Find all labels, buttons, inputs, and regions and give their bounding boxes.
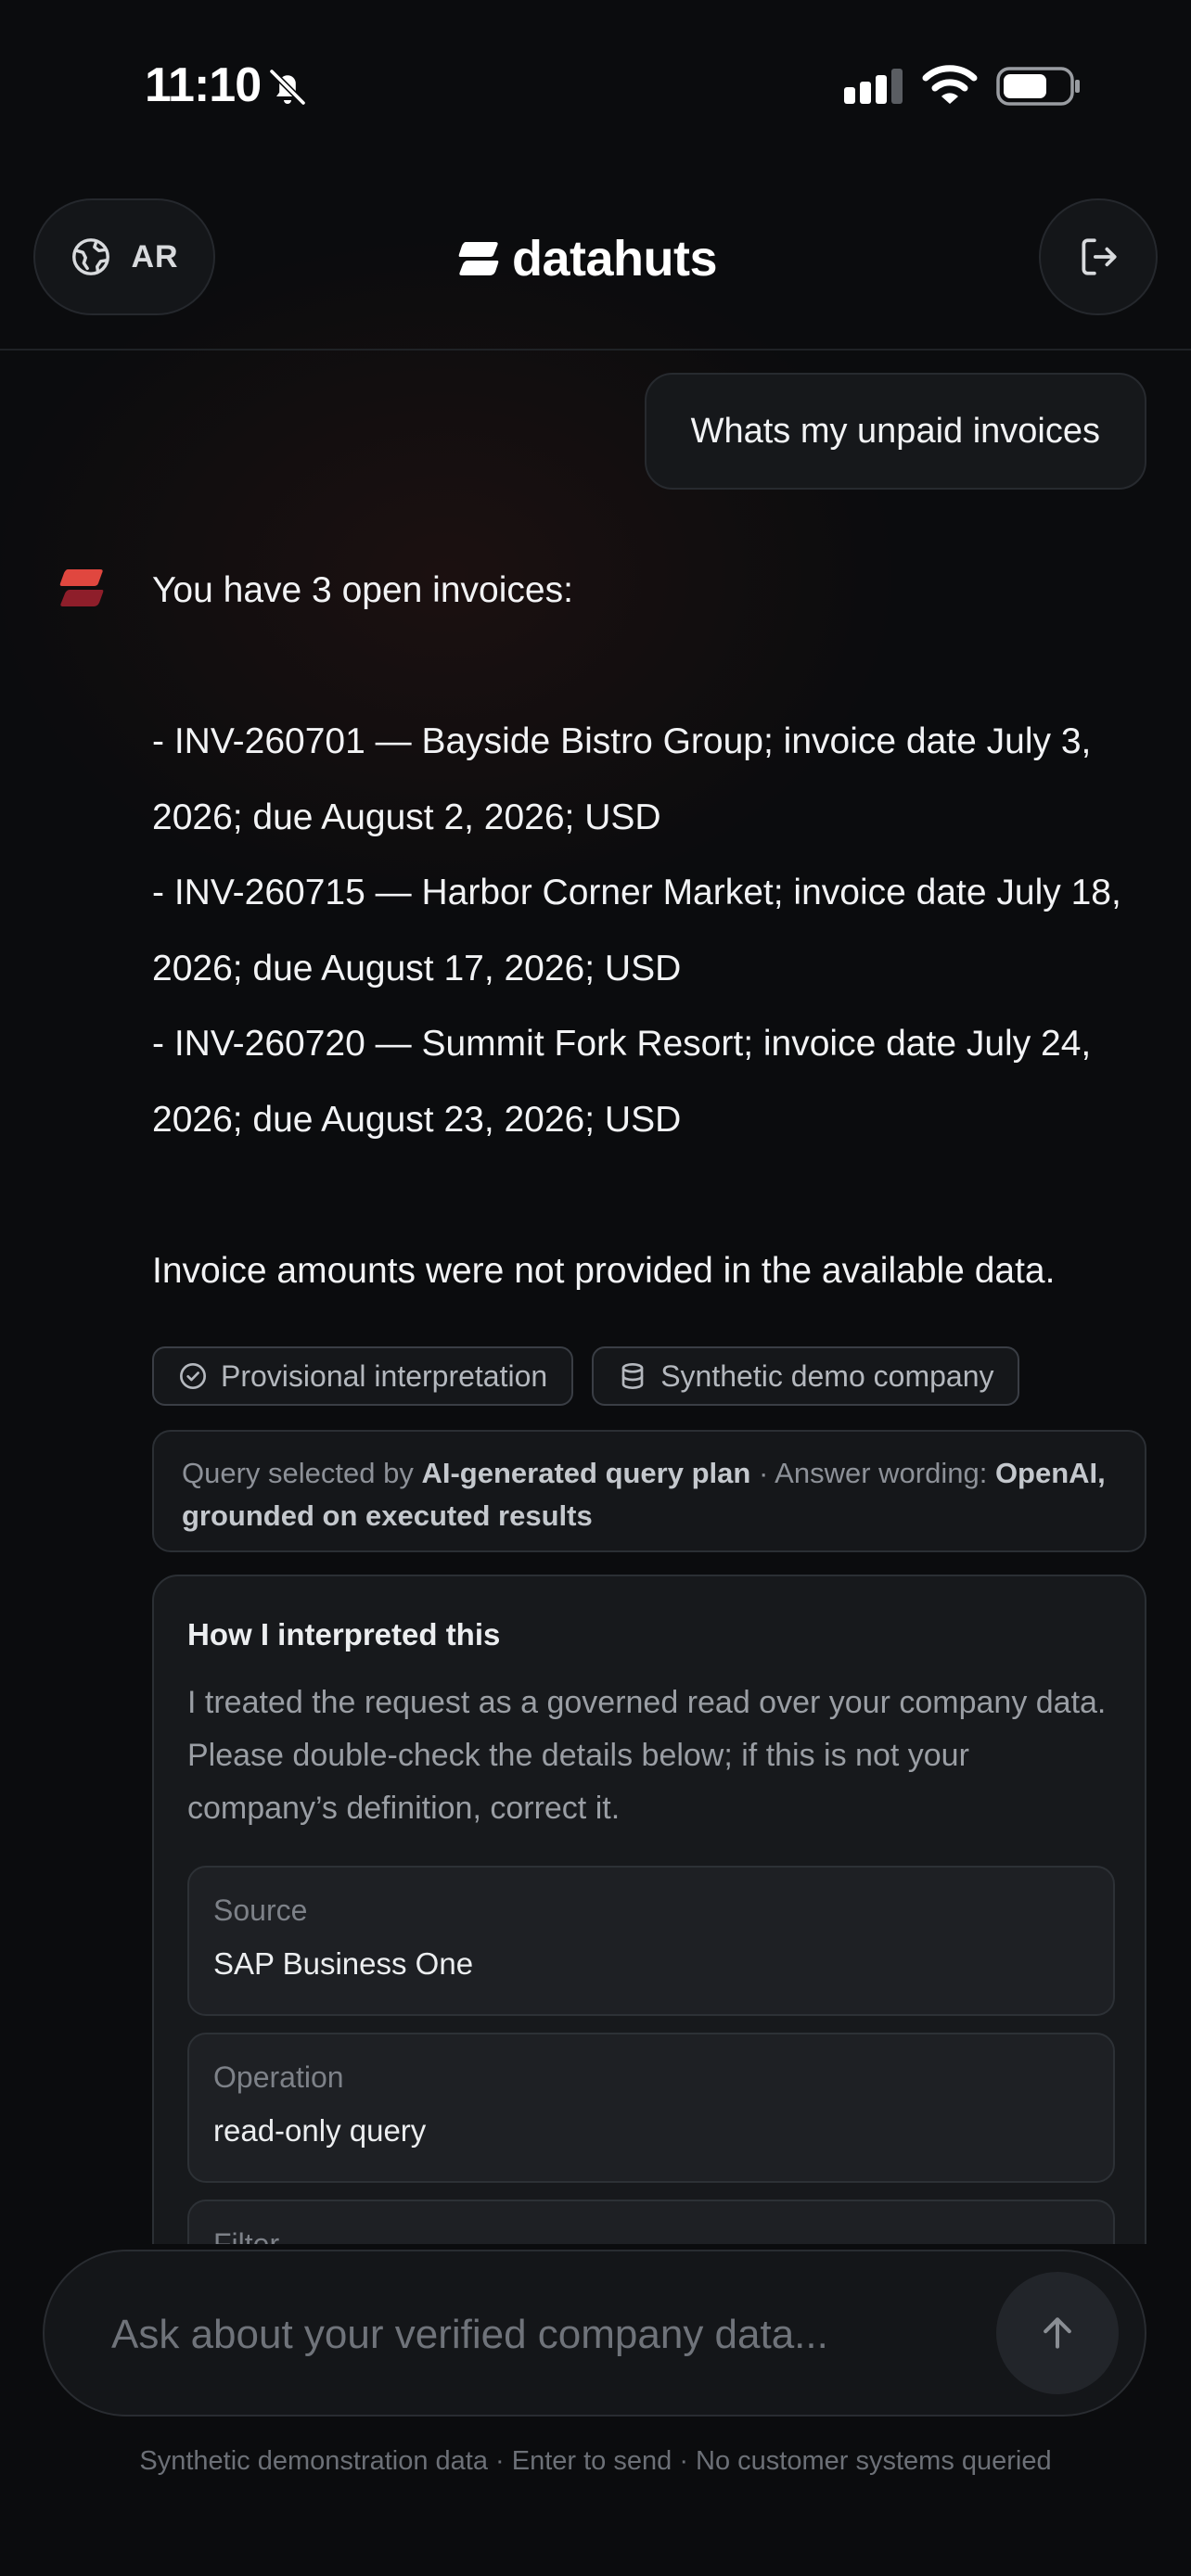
field-value: read-only query <box>213 2113 427 2148</box>
field-label: Operation <box>213 2060 344 2094</box>
provenance-prefix: Query selected by <box>182 1457 422 1489</box>
logout-icon <box>1082 238 1117 275</box>
brand: datahuts <box>458 226 718 291</box>
interpretation-description: I treated the request as a governed read… <box>187 1685 1107 1826</box>
chat-screen: 11:10 AR datahuts Whats my unpaid invoic… <box>0 0 1191 2576</box>
composer <box>43 2250 1146 2417</box>
arrow-up-icon <box>1044 2317 1071 2349</box>
database-icon <box>621 1363 644 1389</box>
interpretation-title: How I interpreted this <box>187 1617 501 1651</box>
brand-name: datahuts <box>512 231 718 287</box>
cellular-signal-icon <box>844 69 903 104</box>
invoice-line: - INV-260720 — Summit Fork Resort; invoi… <box>152 1024 1092 1140</box>
invoice-line: - INV-260715 — Harbor Corner Market; inv… <box>152 873 1121 988</box>
brand-logo-icon <box>458 242 499 275</box>
field-value: SAP Business One <box>213 1946 474 1981</box>
message-input[interactable] <box>111 2296 965 2374</box>
provenance-middle: · Answer wording: <box>750 1457 995 1489</box>
invoice-line: - INV-260701 — Bayside Bistro Group; inv… <box>152 721 1092 837</box>
logout-button[interactable] <box>1039 198 1158 315</box>
provisional-chip-label: Provisional interpretation <box>221 1358 548 1393</box>
battery-icon <box>996 67 1080 106</box>
source-field: Source SAP Business One <box>187 1866 1115 2016</box>
bell-slash-icon <box>269 69 306 106</box>
globe-icon <box>72 238 110 275</box>
operation-field: Operation read-only query <box>187 2033 1115 2183</box>
assistant-note: Invoice amounts were not provided in the… <box>152 1250 1056 1291</box>
assistant-message: You have 3 open invoices: - INV-260701 —… <box>152 553 1154 1308</box>
synthetic-chip-label: Synthetic demo company <box>660 1358 994 1393</box>
app-header: AR datahuts <box>0 176 1191 351</box>
interpretation-card: How I interpreted this I treated the req… <box>152 1575 1146 2279</box>
synthetic-chip[interactable]: Synthetic demo company <box>592 1346 1020 1406</box>
assistant-avatar-icon <box>59 569 104 606</box>
provenance-selector: AI-generated query plan <box>421 1457 751 1489</box>
answer-chips: Provisional interpretation Synthetic dem… <box>152 1346 1020 1406</box>
check-circle-icon <box>180 1363 206 1389</box>
send-button[interactable] <box>996 2272 1119 2394</box>
query-provenance: Query selected by AI-generated query pla… <box>152 1430 1146 1552</box>
provisional-chip[interactable]: Provisional interpretation <box>152 1346 574 1406</box>
status-bar: 11:10 <box>0 0 1191 176</box>
language-label: AR <box>131 238 179 274</box>
user-message: Whats my unpaid invoices <box>644 373 1146 490</box>
field-label: Source <box>213 1894 308 1927</box>
wifi-icon <box>922 65 978 104</box>
language-switch-button[interactable]: AR <box>33 198 215 315</box>
assistant-intro: You have 3 open invoices: <box>152 570 573 610</box>
status-time: 11:10 <box>145 58 262 112</box>
composer-footer-note: Synthetic demonstration data · Enter to … <box>139 2446 1052 2476</box>
